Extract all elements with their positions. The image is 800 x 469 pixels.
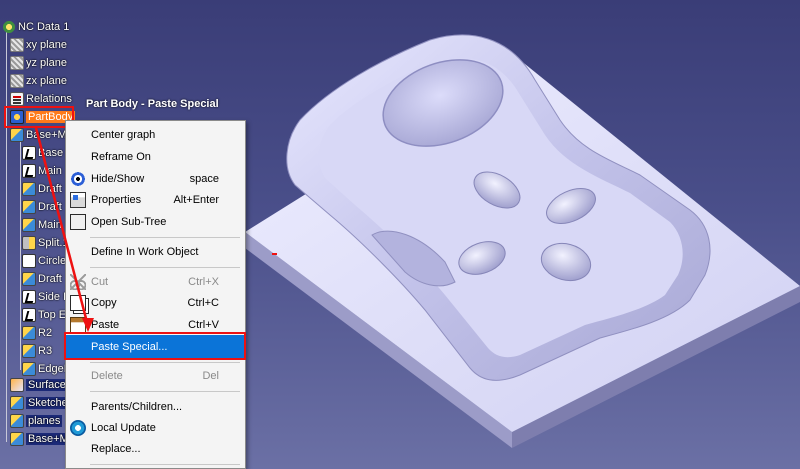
annotation-arrow	[34, 127, 94, 332]
